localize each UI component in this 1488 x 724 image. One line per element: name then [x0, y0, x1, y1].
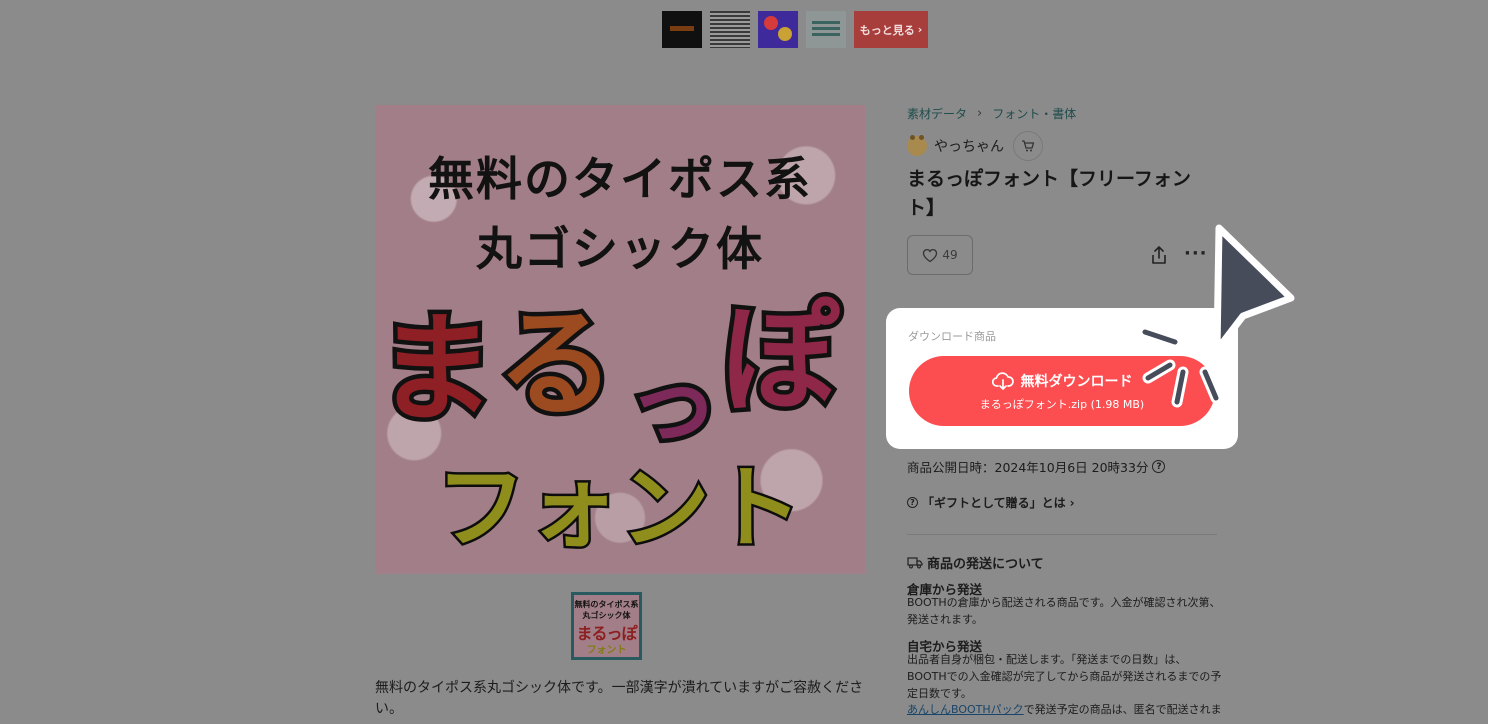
cart-icon [1022, 140, 1035, 152]
chevron-right-icon: › [977, 106, 983, 121]
anshin-booth-pack-link[interactable]: あんしんBOOTHパック [907, 703, 1024, 716]
cloud-download-icon [991, 372, 1014, 390]
thumbnail-graphic [812, 21, 840, 24]
truck-icon [907, 557, 923, 569]
hero-text-line2: 丸ゴシック体 [476, 222, 764, 276]
download-button-label: 無料ダウンロード [1020, 374, 1133, 390]
thumbnail-graphic [778, 27, 792, 41]
breadcrumb: 素材データ › フォント・書体 [907, 105, 1076, 122]
hero-text-line1: 無料のタイポス系 [428, 152, 812, 206]
warehouse-shipping-body: BOOTHの倉庫から配送される商品です。入金が確認され次第、発送されます。 [907, 596, 1221, 626]
download-section-label: ダウンロード商品 [908, 330, 996, 343]
product-thumbnail[interactable]: 無料のタイポス系 丸ゴシック体 まるっぽ フォント [571, 592, 642, 660]
like-button[interactable]: 49 [907, 235, 973, 275]
thumbnail-graphic [764, 16, 778, 30]
gift-info-link[interactable]: ? 「ギフトとして贈る」とは › [907, 494, 1075, 511]
breadcrumb-item-category[interactable]: 素材データ [907, 105, 967, 122]
product-title: まるっぽフォント【フリーフォント】 [907, 168, 1191, 219]
question-circle-icon[interactable]: ? [1152, 460, 1166, 473]
see-more-button[interactable]: もっと見る › [854, 11, 928, 48]
anshin-shipping-body: で発送予定の商品は、匿名で配送されま [1023, 703, 1222, 716]
hero-title-char: る [497, 295, 615, 433]
click-cursor-icon [1139, 224, 1295, 408]
divider [907, 534, 1217, 535]
thumbnail-text: フォント [586, 645, 627, 656]
publish-date: 商品公開日時：2024年10月6日 20時33分 ? [907, 457, 1166, 476]
hero-text-line4: フォント [434, 454, 805, 564]
publish-date-text: 商品公開日時：2024年10月6日 20時33分 [907, 460, 1149, 475]
related-thumbnail-3[interactable] [758, 11, 798, 48]
shop-info: やっちゃん [907, 131, 1043, 161]
shipping-heading: 商品の発送について [907, 553, 1044, 572]
like-count: 49 [942, 248, 958, 262]
anshin-shipping-text: あんしんBOOTHパックで発送予定の商品は、匿名で配送されま [907, 701, 1225, 718]
hero-title-art: ま る っ ぽ [375, 286, 845, 446]
chevron-right-icon: › [1069, 495, 1075, 510]
shop-avatar[interactable] [907, 135, 927, 156]
chevron-right-icon: › [917, 23, 923, 36]
related-thumbnail-1[interactable] [662, 11, 702, 48]
hero-title-char: ま [377, 300, 495, 438]
thumbnail-graphic [670, 26, 694, 31]
thumbnail-text: 無料のタイポス系 [574, 600, 639, 609]
related-thumbnail-2[interactable] [710, 11, 750, 48]
related-thumbnail-4[interactable] [806, 11, 846, 48]
heart-icon [923, 248, 938, 262]
product-description: 無料のタイポス系丸ゴシック体です。一部漢字が潰れていますがご容赦ください。 [375, 680, 864, 717]
breadcrumb-item-subcategory[interactable]: フォント・書体 [992, 105, 1076, 122]
product-main-image[interactable]: 無料のタイポス系 丸ゴシック体 ま る っ ぽ フォント [375, 105, 865, 574]
question-circle-icon: ? [907, 497, 918, 508]
gift-info-label: 「ギフトとして贈る」とは [922, 496, 1066, 510]
hero-title-char: ぽ [721, 290, 840, 428]
shop-cart-button[interactable] [1013, 131, 1043, 161]
hero-title-char: っ [627, 350, 719, 445]
home-shipping-body: 出品者自身が梱包・配送します。「発送までの日数」は、BOOTHでの入金確認が完了… [907, 653, 1222, 700]
shop-name[interactable]: やっちゃん [934, 136, 1004, 156]
see-more-label: もっと見る [859, 23, 915, 37]
shipping-heading-text: 商品の発送について [927, 557, 1044, 572]
